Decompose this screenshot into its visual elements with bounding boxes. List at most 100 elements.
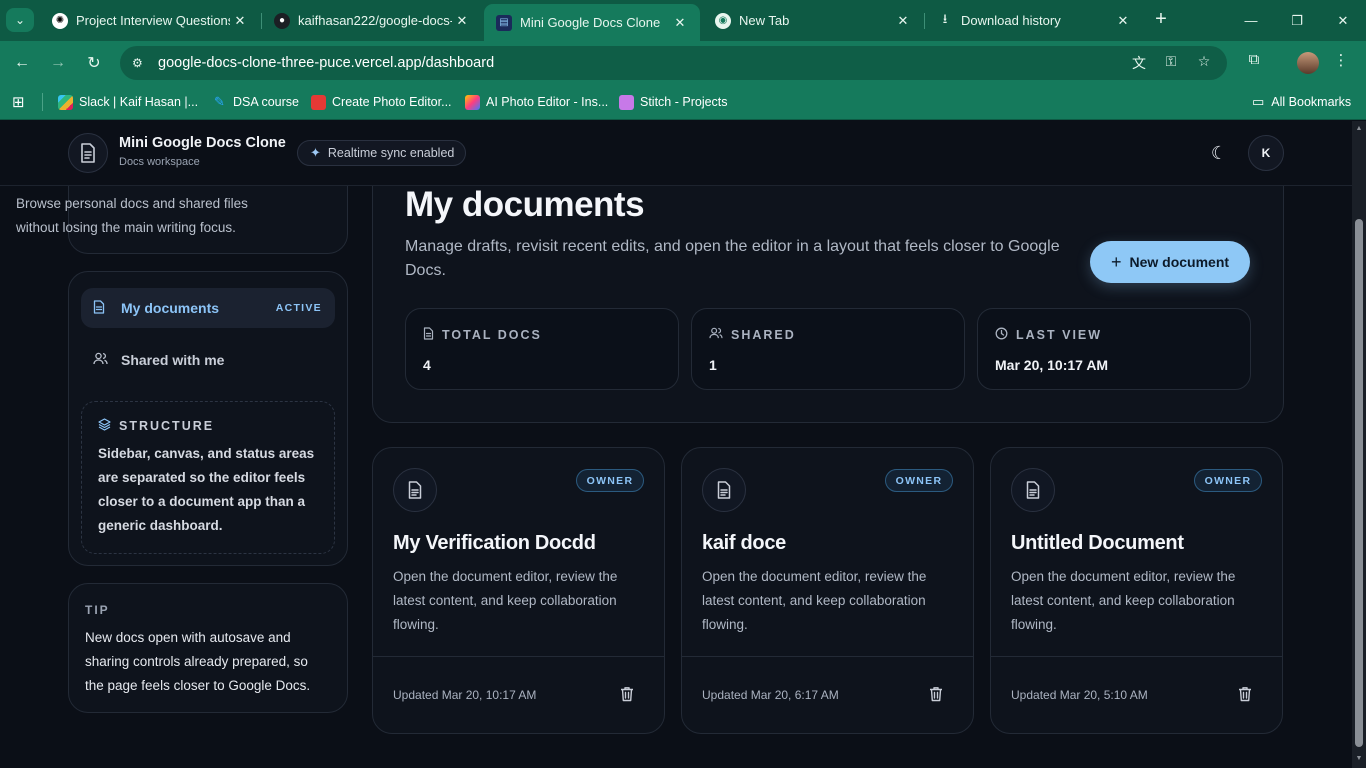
structure-panel: STRUCTURE Sidebar, canvas, and status ar… [81,401,335,554]
page-scrollbar[interactable]: ▲ ▼ [1352,121,1366,768]
close-icon[interactable]: ✕ [670,15,690,31]
tab-github[interactable]: ● kaifhasan222/google-docs-c ✕ [262,4,482,37]
user-avatar-button[interactable]: K [1248,135,1284,171]
reload-button[interactable]: ↻ [81,50,107,76]
document-title[interactable]: My Verification Docdd [393,532,596,555]
stat-value: 1 [709,357,717,373]
translate-icon[interactable]: 文 [1129,53,1149,73]
moon-icon: ☾ [1210,143,1228,163]
document-icon [702,468,746,512]
tab-title: Mini Google Docs Clone [520,15,661,30]
new-document-button[interactable]: + New document [1090,241,1250,283]
sidebar-item-label: My documents [121,300,220,316]
tab-download-history[interactable]: ⭳ Download history ✕ [925,4,1143,37]
document-title[interactable]: kaif doce [702,532,786,555]
github-icon: ● [274,12,290,29]
app-logo[interactable] [68,133,108,173]
tab-mini-docs[interactable]: ▤ Mini Google Docs Clone ✕ [484,4,700,41]
trash-icon[interactable] [620,686,636,704]
restore-button[interactable]: ❐ [1274,0,1320,41]
bookmark-label: AI Photo Editor - Ins... [486,95,609,109]
document-card[interactable]: OWNER Untitled Document Open the documen… [990,447,1283,734]
forward-button[interactable]: → [45,50,71,76]
users-icon [709,327,723,342]
scroll-down-arrow[interactable]: ▼ [1355,755,1363,762]
download-icon: ⭳ [942,10,948,26]
all-bookmarks[interactable]: ▭ All Bookmarks [1252,93,1351,111]
more-options-icon[interactable]: ⋮ [1330,51,1352,69]
owner-badge: OWNER [885,469,953,492]
sync-label: Realtime sync enabled [327,146,455,160]
app-title: Mini Google Docs Clone [119,135,286,151]
scroll-up-arrow[interactable]: ▲ [1355,125,1363,132]
bookmark-label: Stitch - Projects [640,95,728,109]
star-icon[interactable]: ☆ [1194,53,1214,70]
window-close-button[interactable]: ✕ [1320,0,1366,41]
bookmark-slack[interactable]: Slack | Kaif Hasan |... [58,93,198,111]
card-divider [373,656,664,657]
chrome-icon: ◉ [715,12,731,29]
bookmark-ai-photo[interactable]: AI Photo Editor - Ins... [465,93,608,111]
stitch-icon [619,94,634,110]
folder-icon: ▭ [1252,94,1265,109]
stat-value: 4 [423,357,431,373]
bookmark-dsa[interactable]: ✎ DSA course [212,93,299,111]
card-divider [682,656,973,657]
layers-icon [98,418,111,434]
document-icon [1011,468,1055,512]
address-bar[interactable]: ⚙ google-docs-clone-three-puce.vercel.ap… [120,46,1227,80]
minimize-button[interactable]: — [1228,0,1274,41]
document-description: Open the document editor, review the lat… [393,569,618,632]
bookmark-label: DSA course [233,95,300,109]
tab-title: New Tab [739,13,790,28]
sidebar-nav-card: My documents ACTIVE Shared with me STRUC… [68,271,348,566]
updated-timestamp: Updated Mar 20, 10:17 AM [393,688,537,702]
scrollbar-thumb[interactable] [1355,219,1363,747]
site-info-icon[interactable]: ⚙ [132,56,148,70]
trash-icon[interactable] [929,686,945,704]
sidebar-item-my-documents[interactable]: My documents ACTIVE [81,288,335,328]
card-divider [991,656,1282,657]
close-icon[interactable]: ✕ [893,13,913,29]
document-title[interactable]: Untitled Document [1011,532,1184,555]
tab-title: Download history [961,13,1061,28]
key-icon[interactable]: ⚿ [1161,53,1181,70]
new-tab-button[interactable]: + [1150,8,1172,32]
owner-badge: OWNER [576,469,644,492]
bookmark-label: All Bookmarks [1271,95,1352,109]
extensions-icon[interactable]: ⧉ [1243,51,1265,68]
page-description: Manage drafts, revisit recent edits, and… [405,238,1060,279]
tab-new-tab[interactable]: ◉ New Tab ✕ [703,4,923,37]
sidebar-item-shared[interactable]: Shared with me [81,340,335,380]
document-card[interactable]: OWNER My Verification Docdd Open the doc… [372,447,665,734]
updated-timestamp: Updated Mar 20, 6:17 AM [702,688,839,702]
photo-editor-icon [311,94,326,110]
close-icon[interactable]: ✕ [230,13,250,29]
openai-icon: ✺ [52,12,68,29]
document-icon [81,143,95,163]
document-card[interactable]: OWNER kaif doce Open the document editor… [681,447,974,734]
back-button[interactable]: ← [9,50,35,76]
document-icon [93,299,109,317]
profile-avatar[interactable] [1297,52,1319,74]
trash-icon[interactable] [1238,686,1254,704]
bookmarks-bar: ⊞ Slack | Kaif Hasan |... ✎ DSA course C… [0,85,1366,120]
bookmark-photo-editor[interactable]: Create Photo Editor... [311,93,452,111]
theme-toggle-button[interactable]: ☾ [1206,140,1232,166]
stat-label-text: SHARED [731,327,796,342]
stat-total-docs: TOTAL DOCS 4 [405,308,679,390]
close-icon[interactable]: ✕ [1113,13,1133,29]
tip-card: TIP New docs open with autosave and shar… [68,583,348,713]
apps-icon[interactable]: ⊞ [12,93,25,111]
bookmark-stitch[interactable]: Stitch - Projects [619,93,728,111]
tab-search-button[interactable]: ⌄ [6,8,34,32]
clock-icon [995,327,1008,343]
close-icon[interactable]: ✕ [452,13,472,29]
document-icon [423,327,434,343]
tab-title: Project Interview Questions [76,13,230,28]
slack-icon [58,94,73,110]
ai-photo-icon [465,94,480,110]
tab-project-interview[interactable]: ✺ Project Interview Questions ✕ [40,4,260,37]
chevron-down-icon: ⌄ [14,13,26,27]
document-description: Open the document editor, review the lat… [702,569,927,632]
